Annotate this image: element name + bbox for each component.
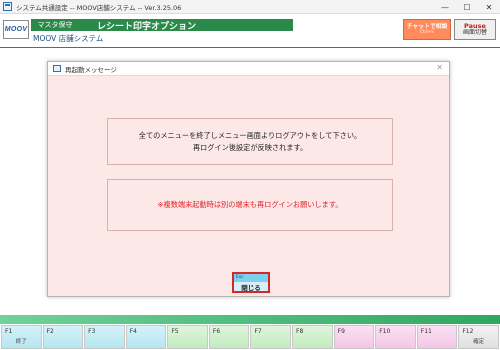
dialog-window-icon: [53, 65, 61, 72]
fkey-f11[interactable]: F11: [416, 325, 458, 349]
pause-button-label: 画面切替: [462, 28, 487, 36]
close-button-label: 閉じる: [241, 284, 261, 292]
fkey-label: [210, 338, 249, 348]
fkey-f9[interactable]: F9: [333, 325, 375, 349]
fkey-key: F2: [46, 328, 54, 335]
fkey-key: F9: [337, 328, 345, 335]
message-line-2: 再ログイン後設定が反映されます。: [192, 142, 308, 152]
fkey-f7[interactable]: F7: [250, 325, 292, 349]
dialog-close-button[interactable]: Esc 閉じる: [232, 272, 270, 293]
fkey-f2[interactable]: F2: [42, 325, 84, 349]
fkey-key: F10: [379, 328, 391, 335]
window-titlebar: システム共通設定 -- MOOV店舗システム -- Ver.3.25.06 — …: [0, 0, 500, 14]
restart-message-dialog: 再起動メッセージ ✕ 全てのメニューを終了しメニュー画面よりログアウトをして下さ…: [47, 61, 450, 297]
fkey-key: F11: [420, 328, 432, 335]
fkey-f8[interactable]: F8: [292, 325, 333, 349]
fkey-key: F6: [212, 328, 221, 335]
pause-screen-switch-button[interactable]: Pause 画面切替: [454, 19, 496, 40]
message-line-1: 全てのメニューを終了しメニュー画面よりログアウトをして下さい。: [138, 130, 362, 140]
fkey-key: F4: [129, 328, 138, 335]
maximize-icon[interactable]: ☐: [456, 0, 478, 14]
close-icon[interactable]: ✕: [478, 0, 500, 14]
fkey-f12[interactable]: F12 確定: [458, 325, 499, 349]
dialog-titlebar: 再起動メッセージ ✕: [48, 62, 449, 76]
dialog-title: 再起動メッセージ: [65, 65, 117, 74]
fkey-label: [168, 338, 207, 348]
app-icon: [3, 2, 12, 11]
fkey-f4[interactable]: F4: [125, 325, 167, 349]
fkey-f6[interactable]: F6: [208, 325, 250, 349]
function-key-bar: F1 終了 F2 F3 F4 F5 F6 F7 F8 F9 F10 F11 F12…: [0, 324, 500, 350]
minimize-icon[interactable]: —: [434, 0, 456, 14]
fkey-f3[interactable]: F3: [84, 325, 125, 349]
moov-logo: MOOV: [3, 20, 29, 39]
fkey-label: 終了: [15, 339, 27, 345]
fkey-f1[interactable]: F1 終了: [1, 325, 42, 349]
fkey-label: [44, 338, 83, 348]
chat-button-shortcut: Ctrl+S: [420, 29, 434, 35]
warning-message: ※複数端末起動時は別の端末も再ログインお願いします。: [157, 200, 343, 209]
fkey-key: F1: [5, 328, 13, 335]
system-name: MOOV 店舗システム: [33, 34, 104, 43]
fkey-label: [335, 338, 374, 348]
function-key-strip: [0, 315, 500, 324]
warning-box: ※複数端末起動時は別の端末も再ログインお願いします。: [107, 179, 393, 231]
fkey-f5[interactable]: F5: [167, 325, 208, 349]
fkey-label: [251, 338, 290, 348]
fkey-label: [127, 338, 166, 348]
close-button-key: Esc: [234, 274, 268, 282]
fkey-label: [376, 338, 415, 348]
dialog-close-icon[interactable]: ✕: [436, 63, 443, 72]
fkey-f10[interactable]: F10: [375, 325, 416, 349]
screen-title: レシート印字オプション: [79, 19, 293, 32]
chat-consult-button[interactable]: チャットで相談 Ctrl+S: [403, 19, 451, 40]
fkey-key: F3: [88, 328, 96, 335]
message-box: 全てのメニューを終了しメニュー画面よりログアウトをして下さい。 再ログイン後設定…: [107, 118, 393, 165]
fkey-label: 確定: [473, 339, 485, 345]
window-title: システム共通設定 -- MOOV店舗システム -- Ver.3.25.06: [16, 3, 182, 12]
master-maintenance-badge: マスタ保守: [31, 19, 79, 31]
fkey-label: [293, 338, 332, 348]
app-header: MOOV マスタ保守 レシート印字オプション MOOV 店舗システム チャットで…: [0, 15, 500, 47]
fkey-label: [418, 338, 457, 348]
fkey-key: F8: [296, 328, 304, 335]
fkey-key: F5: [171, 328, 179, 335]
fkey-key: F12: [462, 328, 474, 335]
window-controls: — ☐ ✕: [434, 0, 500, 14]
fkey-key: F7: [254, 328, 262, 335]
fkey-label: [85, 338, 124, 348]
